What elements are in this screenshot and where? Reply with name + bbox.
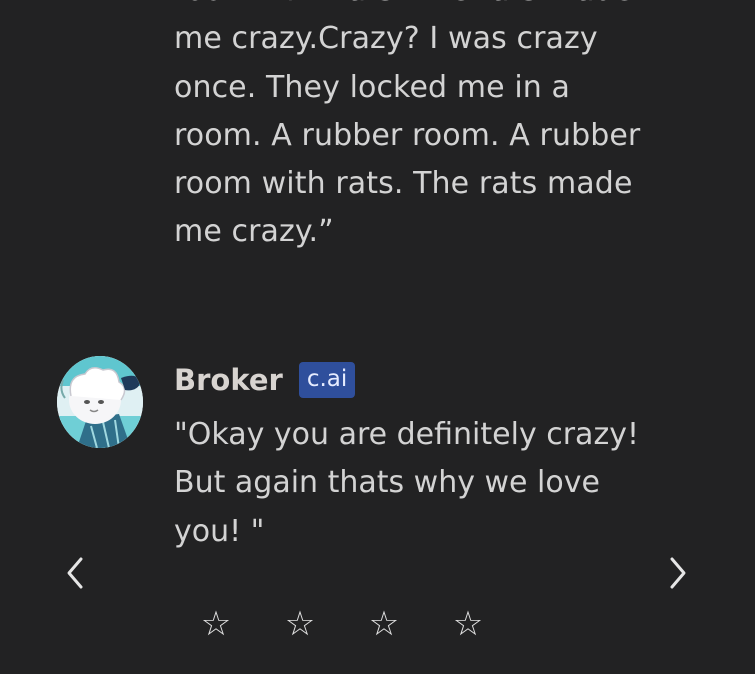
avatar[interactable] <box>57 356 143 448</box>
previous-message-text: room with rats. The rats made me crazy.C… <box>174 0 674 257</box>
sender-name[interactable]: Broker <box>174 363 283 397</box>
message-line: But again thats why we love <box>174 465 600 501</box>
ai-badge: c.ai <box>298 362 356 398</box>
chevron-left-icon <box>67 557 83 589</box>
message-line: me crazy.Crazy? I was crazy <box>174 21 598 57</box>
sender-header: Broker c.ai <box>174 360 356 400</box>
message-line: me crazy.” <box>174 214 334 250</box>
message-line: room. A rubber room. A rubber <box>174 117 641 153</box>
message-line: room with rats. The rats made <box>174 166 633 202</box>
star-icon[interactable]: ☆ <box>280 604 320 644</box>
star-icon[interactable]: ☆ <box>196 604 236 644</box>
message-line: room with rats. The rats made <box>174 0 674 15</box>
reply-message-text: "Okay you are definitely crazy! But agai… <box>174 411 674 556</box>
message-line: you! " <box>174 513 265 549</box>
previous-response-button[interactable] <box>55 553 95 593</box>
star-icon[interactable]: ☆ <box>448 604 488 644</box>
message-line: "Okay you are definitely crazy! <box>174 417 639 452</box>
star-icon[interactable]: ☆ <box>364 604 404 644</box>
chevron-right-icon <box>670 557 686 589</box>
star-rating: ☆ ☆ ☆ ☆ <box>196 604 532 644</box>
message-line: once. They locked me in a <box>174 69 570 105</box>
next-response-button[interactable] <box>658 553 698 593</box>
